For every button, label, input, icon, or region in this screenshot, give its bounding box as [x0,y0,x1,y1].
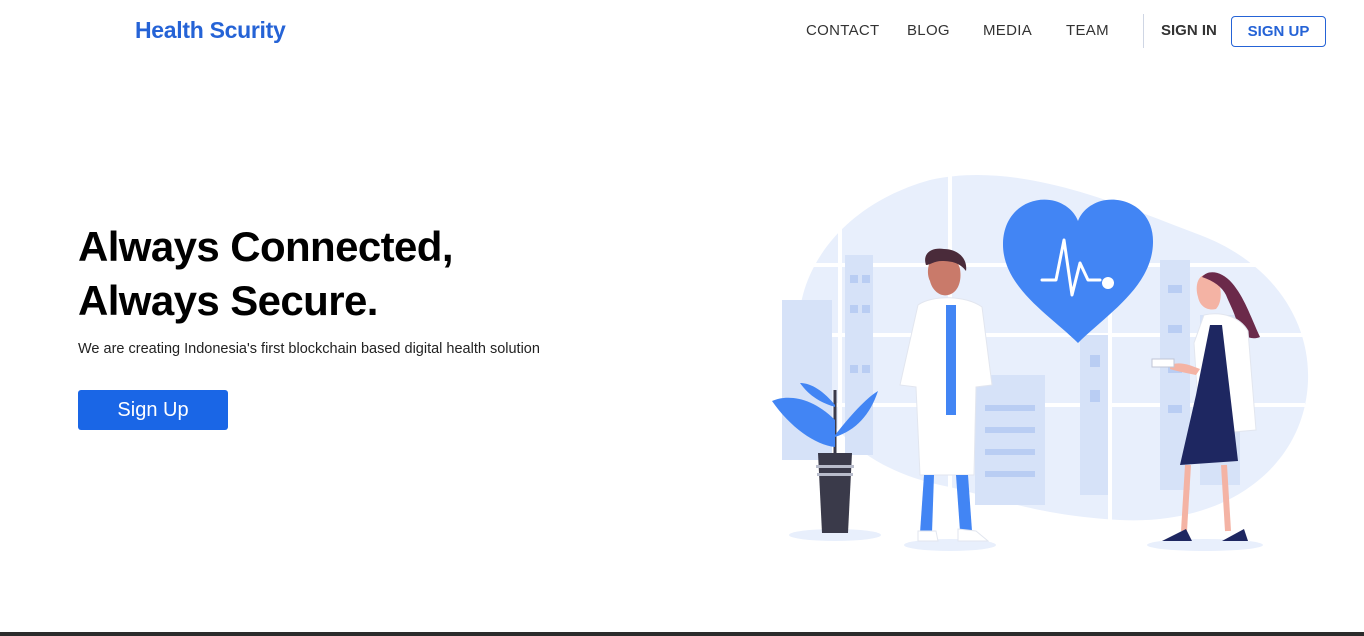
hero-title-line-2: Always Secure. [78,277,378,324]
hero-subtitle: We are creating Indonesia's first blockc… [78,341,540,357]
hero-sign-up-button[interactable]: Sign Up [78,390,228,430]
hero-title-line-1: Always Connected, [78,223,454,270]
sign-in-link[interactable]: SIGN IN [1161,22,1217,39]
top-navbar: Health Scurity CONTACT BLOG MEDIA TEAM S… [0,0,1364,64]
bottom-border [0,632,1364,636]
nav-link-blog[interactable]: BLOG [907,22,950,39]
sign-up-outline-button[interactable]: SIGN UP [1231,16,1326,47]
nav-divider [1143,14,1144,48]
nav-link-media[interactable]: MEDIA [983,22,1032,39]
nav-link-contact[interactable]: CONTACT [806,22,879,39]
nav-link-team[interactable]: TEAM [1066,22,1109,39]
doctors-heart-illustration [760,165,1320,565]
hero-title: Always Connected, Always Secure. [78,220,454,328]
brand-logo[interactable]: Health Scurity [135,17,286,44]
pulse-dot [1102,277,1114,289]
